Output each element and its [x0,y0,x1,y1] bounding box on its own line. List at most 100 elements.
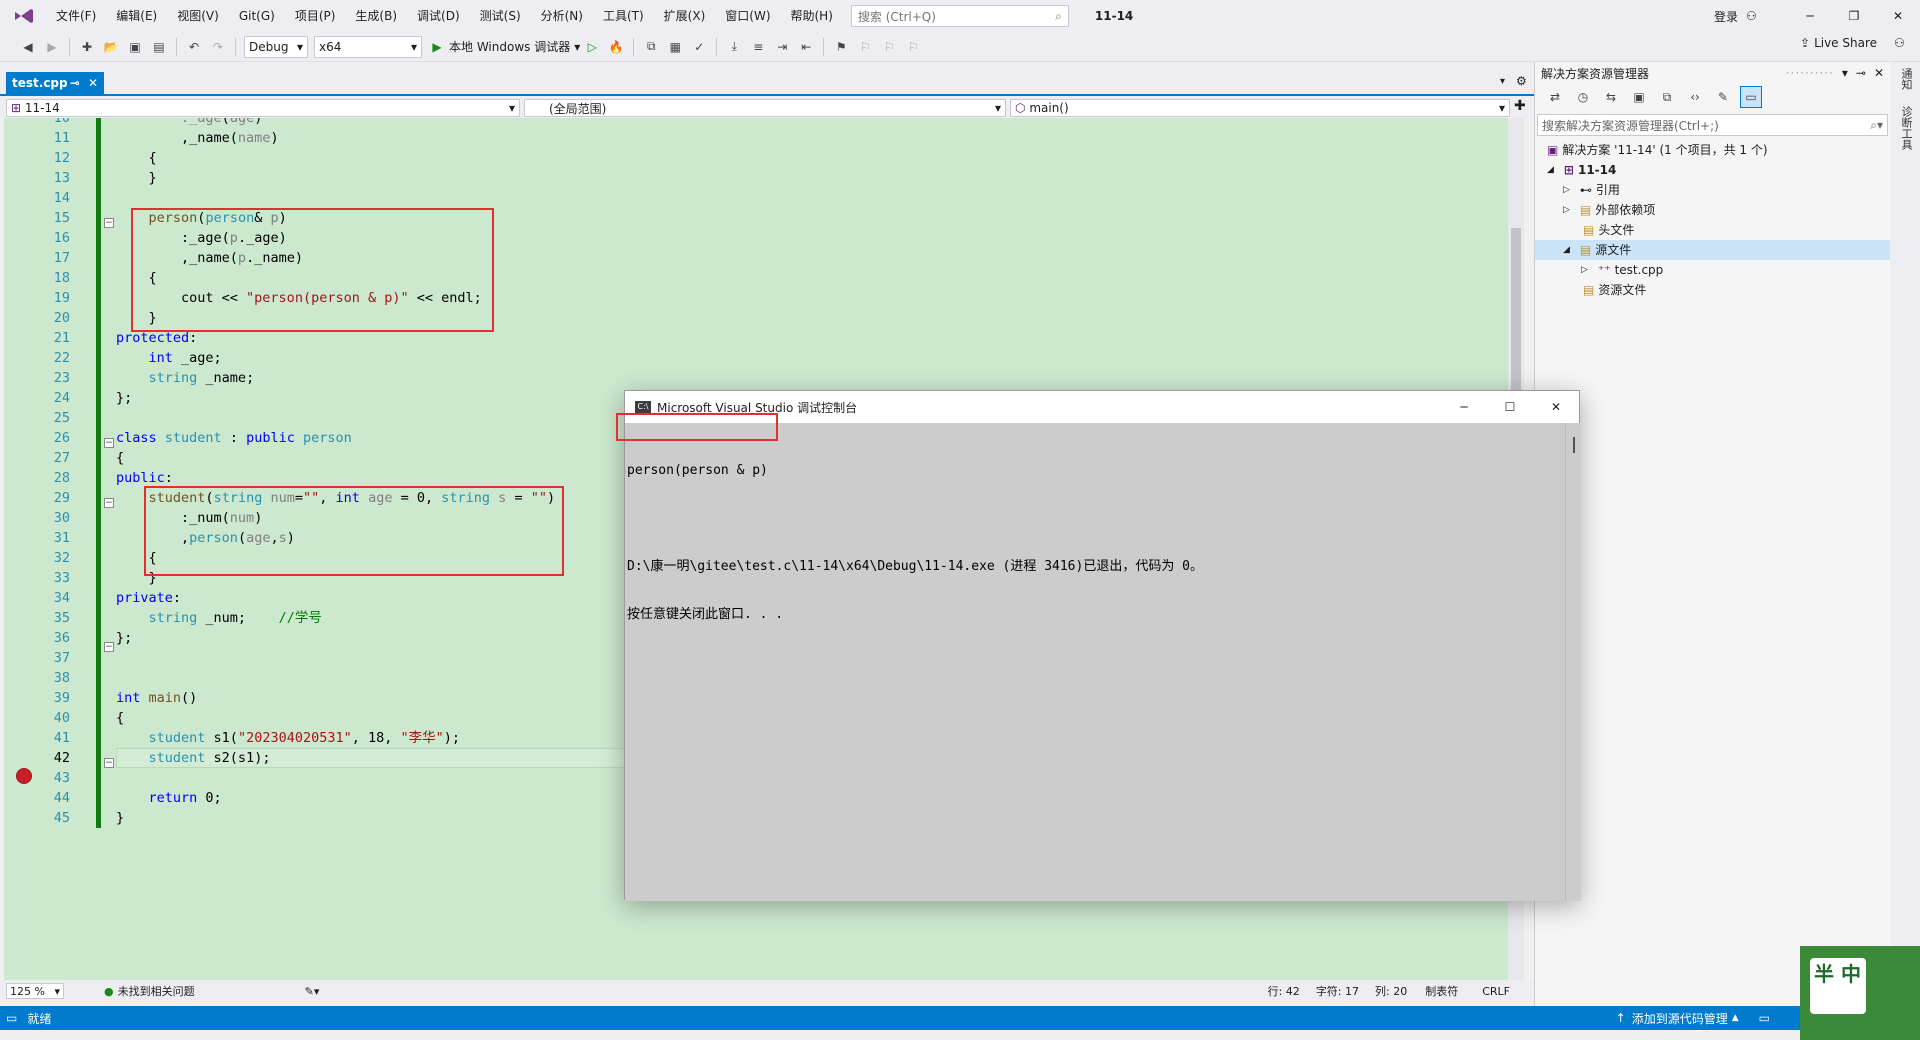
open-folder-icon[interactable]: 📂 [100,36,122,58]
back-icon[interactable]: ◀ [17,36,39,58]
chevron-down-icon[interactable]: ▾ [574,40,580,54]
sync-icon[interactable]: ⇆ [1600,86,1622,108]
visual-studio-logo-icon[interactable] [10,6,38,26]
code-line[interactable]: } [116,808,124,828]
play-icon[interactable]: ▶ [426,36,448,58]
tree-item-source-files[interactable]: ◢ ▤ 源文件 [1535,240,1890,260]
undo-icon[interactable]: ↶ [183,36,205,58]
side-tab-notifications[interactable]: 通知 [1898,68,1914,90]
spellcheck-icon[interactable]: ✓ [688,36,710,58]
live-share-button[interactable]: ⇪ Live Share [1800,36,1877,50]
clear-bookmark-icon[interactable]: ⚐ [902,36,924,58]
menu-item[interactable]: 调试(D) [407,0,470,32]
outdent-icon[interactable]: ⇤ [795,36,817,58]
menu-item[interactable]: 分析(N) [531,0,593,32]
scrollbar-thumb[interactable] [1573,437,1575,453]
split-icon[interactable]: ✚ [1514,98,1526,114]
next-bookmark-icon[interactable]: ⚐ [878,36,900,58]
menu-item[interactable]: 生成(B) [345,0,407,32]
code-line[interactable]: ,_name(name) [116,128,279,148]
show-all-icon[interactable]: ⧉ [1656,86,1678,108]
tabs-indicator[interactable]: 制表符 [1425,983,1458,999]
code-line[interactable]: student s2(s1); [116,748,271,768]
code-line[interactable]: }; [116,628,132,648]
code-line[interactable]: return 0; [116,788,222,808]
menu-item[interactable]: 编辑(E) [106,0,167,32]
account-icon[interactable]: ⚇ [1746,9,1757,23]
prev-bookmark-icon[interactable]: ⚐ [854,36,876,58]
hot-reload-icon[interactable]: 🔥 [605,36,627,58]
chevron-down-icon[interactable]: ▾ [1500,76,1505,87]
code-line[interactable]: string _num; //学号 [116,608,322,628]
menu-item[interactable]: 视图(V) [167,0,229,32]
code-line[interactable]: } [116,168,157,188]
pin-icon[interactable]: ⊸ [1856,66,1866,80]
tree-item-header-files[interactable]: ▤ 头文件 [1583,220,1634,240]
close-icon[interactable]: ✕ [88,76,98,90]
bookmark-icon[interactable]: ⚑ [830,36,852,58]
menu-item[interactable]: 工具(T) [593,0,654,32]
solution-search-input[interactable]: 搜索解决方案资源管理器(Ctrl+;) ⌕▾ [1537,114,1888,136]
menu-item[interactable]: 文件(F) [46,0,106,32]
login-link[interactable]: 登录 [1714,8,1738,25]
close-icon[interactable]: ✕ [1874,66,1884,80]
new-project-icon[interactable]: ✚ [76,36,98,58]
breakpoint-icon[interactable] [16,768,32,784]
menu-item[interactable]: 项目(P) [285,0,346,32]
line-indicator[interactable]: 行: 42 [1268,983,1300,999]
feedback-icon[interactable]: ⚇ [1894,36,1905,50]
config-select[interactable]: Debug ▾ [244,35,308,58]
code-line[interactable]: int main() [116,688,197,708]
code-line[interactable]: int _age; [116,348,222,368]
platform-select[interactable]: x64 ▾ [314,35,422,58]
char-indicator[interactable]: 字符: 17 [1316,983,1359,999]
preview-icon[interactable]: ▭ [1740,86,1762,108]
close-icon[interactable]: ✕ [1533,400,1579,414]
menu-item[interactable]: 测试(S) [470,0,531,32]
menu-item[interactable]: 窗口(W) [715,0,780,32]
add-to-source-control-button[interactable]: 添加到源代码管理 [1632,1010,1728,1027]
code-line[interactable]: class student : public person [116,428,352,448]
debug-console-window[interactable]: C:\ Microsoft Visual Studio 调试控制台 ─ ☐ ✕ … [616,390,1581,901]
wrench-icon[interactable]: ✎ [1712,86,1734,108]
console-scrollbar[interactable] [1565,423,1581,901]
browse-icon[interactable]: ⧉ [640,36,662,58]
issues-status[interactable]: 未找到相关问题 [118,983,195,999]
tree-item-external-deps[interactable]: ▷ ▤ 外部依赖项 [1563,200,1655,220]
code-line[interactable]: }; [116,388,132,408]
indent-icon[interactable]: ⇥ [771,36,793,58]
menu-item[interactable]: 扩展(X) [654,0,716,32]
notifications-icon[interactable]: ▭ [1759,1011,1770,1025]
col-indicator[interactable]: 列: 20 [1375,983,1407,999]
ime-badge[interactable]: 半 中 [1800,946,1920,1040]
collapse-icon[interactable]: − [104,218,114,228]
tab-test-cpp[interactable]: test.cpp ⊸ ✕ [6,72,104,94]
forward-icon[interactable]: ▶ [41,36,63,58]
code-line[interactable]: public: [116,468,173,488]
maximize-icon[interactable]: ☐ [1487,400,1533,414]
tree-item-references[interactable]: ▷ ⊷ 引用 [1563,180,1620,200]
project-dropdown[interactable]: ⊞ 11-14 ▾ [6,99,520,117]
code-line[interactable]: string _name; [116,368,255,388]
tree-item-project[interactable]: ◢ ⊞ 11-14 [1547,160,1616,180]
menu-item[interactable]: Git(G) [229,0,285,32]
code-line[interactable]: { [116,148,157,168]
pin-icon[interactable]: ⊸ [70,76,80,90]
chevron-down-icon[interactable]: ▾ [1842,66,1848,80]
eol-indicator[interactable]: CRLF [1482,985,1510,998]
run-without-debug-icon[interactable]: ▷ [581,36,603,58]
redo-icon[interactable]: ↷ [207,36,229,58]
chevron-up-icon[interactable]: ▲ [1732,1013,1739,1023]
member-dropdown[interactable]: ⬡ main() ▾ [1010,99,1510,117]
code-line[interactable]: { [116,708,124,728]
collapse-icon[interactable]: − [104,498,114,508]
zoom-select[interactable]: 125 % ▾ [6,983,64,999]
code-icon[interactable]: ‹› [1684,86,1706,108]
scope-dropdown[interactable]: (全局范围) ▾ [524,99,1006,117]
side-tab-diagnostics[interactable]: 诊断工具 [1898,106,1914,150]
gear-icon[interactable]: ⚙ [1516,74,1527,88]
save-icon[interactable]: ▣ [124,36,146,58]
code-line[interactable]: { [116,448,124,468]
format-icon[interactable]: ≡ [747,36,769,58]
step-icon[interactable]: ⤓ [723,36,745,58]
